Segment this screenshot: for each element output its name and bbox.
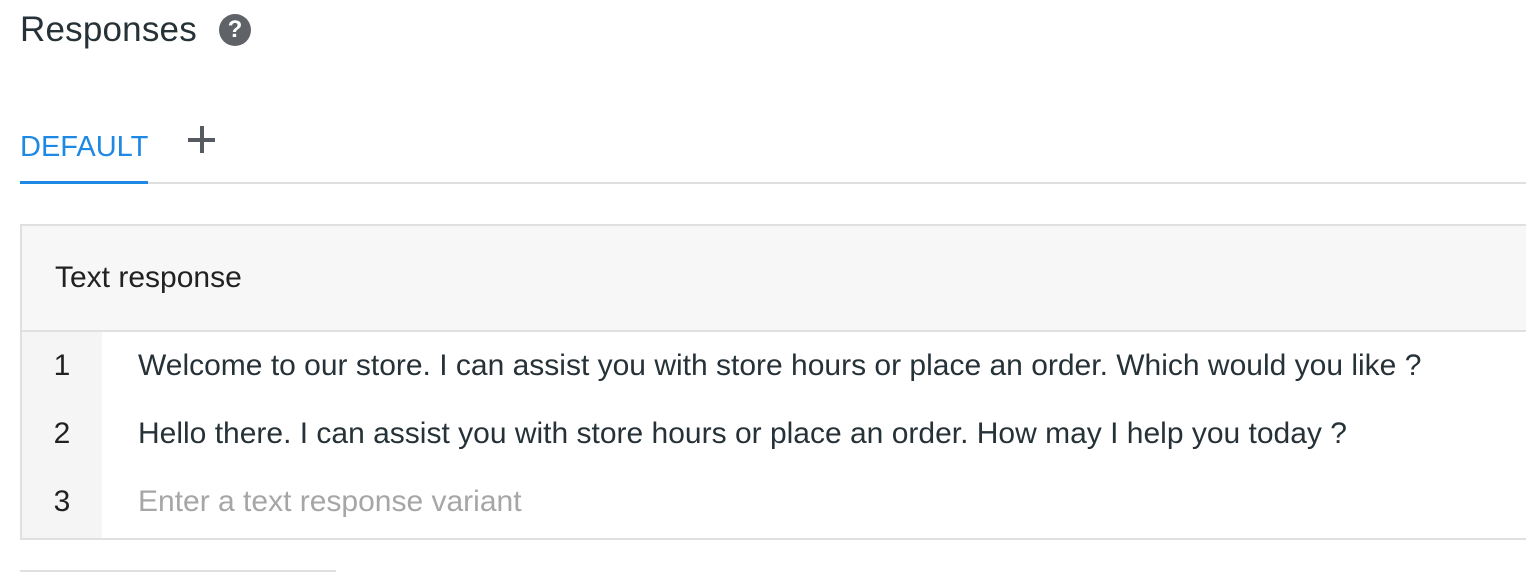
page-title: Responses [20, 10, 197, 49]
divider [20, 570, 336, 572]
row-number: 2 [53, 417, 71, 450]
row-number: 1 [53, 349, 71, 382]
text-response-row: 1 Welcome to our store. I can assist you… [22, 336, 1522, 396]
new-text-response-input[interactable] [138, 472, 1438, 532]
row-number: 3 [53, 485, 71, 518]
responses-panel: Responses ? DEFAULT Text response 1 Welc… [0, 0, 1526, 574]
responses-header: Responses ? [20, 8, 251, 52]
text-response-variant[interactable]: Hello there. I can assist you with store… [138, 404, 1347, 464]
add-tab-button[interactable] [184, 120, 220, 160]
response-tabs: DEFAULT [20, 112, 1526, 184]
text-response-row: 2 Hello there. I can assist you with sto… [22, 404, 1522, 464]
text-response-list: 1 Welcome to our store. I can assist you… [22, 332, 1526, 538]
text-response-header: Text response [22, 226, 1526, 332]
text-response-variant[interactable]: Welcome to our store. I can assist you w… [138, 336, 1421, 396]
text-response-row: 3 [22, 472, 1522, 532]
text-response-card: Text response 1 Welcome to our store. I … [20, 224, 1526, 540]
question-circle-icon[interactable]: ? [218, 14, 251, 46]
tab-default[interactable]: DEFAULT [20, 112, 148, 184]
